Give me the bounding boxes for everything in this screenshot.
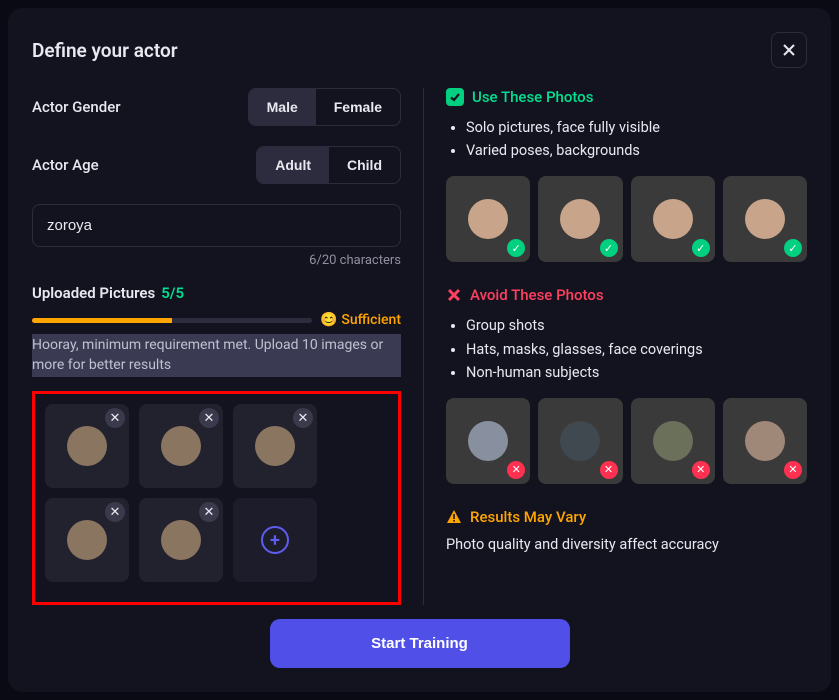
modal-title: Define your actor <box>32 39 178 62</box>
avoid-bullet: Group shots <box>466 314 807 337</box>
actor-name-input[interactable] <box>32 204 401 247</box>
good-sample: ✓ <box>723 176 807 262</box>
remove-image-button[interactable]: ✕ <box>105 502 125 522</box>
vary-heading: Results May Vary <box>446 508 807 526</box>
avoid-photos-heading: Avoid These Photos <box>446 286 807 304</box>
uploaded-grid: ✕ ✕ ✕ ✕ ✕ <box>45 404 388 582</box>
avoid-bullet: Hats, masks, glasses, face coverings <box>466 338 807 361</box>
close-button[interactable] <box>771 32 807 68</box>
check-badge-icon: ✓ <box>692 239 710 257</box>
avoid-bullet: Non-human subjects <box>466 361 807 384</box>
x-badge-icon: ✕ <box>784 461 802 479</box>
bad-sample: ✕ <box>723 398 807 484</box>
age-label: Actor Age <box>32 156 99 174</box>
upload-progress-fill <box>32 318 172 323</box>
x-badge-icon: ✕ <box>692 461 710 479</box>
good-sample: ✓ <box>631 176 715 262</box>
check-badge-icon: ✓ <box>600 239 618 257</box>
gender-male-button[interactable]: Male <box>249 89 316 125</box>
vary-text: Photo quality and diversity affect accur… <box>446 536 807 553</box>
add-image-button[interactable]: + <box>233 498 317 582</box>
remove-image-button[interactable]: ✕ <box>293 408 313 428</box>
uploaded-thumb[interactable]: ✕ <box>45 404 129 488</box>
define-actor-modal: Define your actor Actor Gender Male Fema… <box>8 8 831 692</box>
right-column: Use These Photos Solo pictures, face ful… <box>424 88 807 605</box>
age-adult-button[interactable]: Adult <box>257 147 329 183</box>
bad-samples-row: ✕ ✕ ✕ ✕ <box>446 398 807 484</box>
gender-label: Actor Gender <box>32 98 121 116</box>
uploaded-thumb[interactable]: ✕ <box>139 498 223 582</box>
use-bullet: Varied poses, backgrounds <box>466 139 807 162</box>
x-icon <box>446 287 462 303</box>
use-bullets: Solo pictures, face fully visible Varied… <box>446 116 807 162</box>
remove-image-button[interactable]: ✕ <box>105 408 125 428</box>
plus-icon: + <box>261 526 289 554</box>
avoid-bullets: Group shots Hats, masks, glasses, face c… <box>446 314 807 384</box>
check-badge-icon: ✓ <box>784 239 802 257</box>
uploaded-label: Uploaded Pictures <box>32 284 155 302</box>
gender-segmented: Male Female <box>248 88 401 126</box>
upload-hint: Hooray, minimum requirement met. Upload … <box>32 334 401 377</box>
uploaded-thumb[interactable]: ✕ <box>45 498 129 582</box>
uploaded-thumb[interactable]: ✕ <box>139 404 223 488</box>
warning-icon <box>446 509 462 525</box>
upload-progress-bar <box>32 318 312 323</box>
use-bullet: Solo pictures, face fully visible <box>466 116 807 139</box>
face-placeholder <box>161 520 201 560</box>
check-square-icon <box>446 88 464 106</box>
bad-sample: ✕ <box>631 398 715 484</box>
x-badge-icon: ✕ <box>600 461 618 479</box>
uploaded-grid-highlight: ✕ ✕ ✕ ✕ ✕ <box>32 391 401 605</box>
good-sample: ✓ <box>446 176 530 262</box>
modal-footer: Start Training <box>32 605 807 668</box>
x-badge-icon: ✕ <box>507 461 525 479</box>
gender-female-button[interactable]: Female <box>316 89 400 125</box>
left-column: Actor Gender Male Female Actor Age Adult… <box>32 88 424 605</box>
bad-sample: ✕ <box>446 398 530 484</box>
bad-sample: ✕ <box>538 398 622 484</box>
good-sample: ✓ <box>538 176 622 262</box>
upload-status: 😊 Sufficient <box>320 312 401 328</box>
modal-header: Define your actor <box>32 32 807 68</box>
use-photos-heading: Use These Photos <box>446 88 807 106</box>
face-placeholder <box>255 426 295 466</box>
start-training-button[interactable]: Start Training <box>270 619 570 668</box>
remove-image-button[interactable]: ✕ <box>199 408 219 428</box>
age-child-button[interactable]: Child <box>329 147 400 183</box>
face-placeholder <box>161 426 201 466</box>
char-count: 6/20 characters <box>32 253 401 268</box>
face-placeholder <box>67 520 107 560</box>
vary-title: Results May Vary <box>470 508 586 526</box>
upload-status-text: Sufficient <box>341 312 401 328</box>
use-photos-title: Use These Photos <box>472 88 593 106</box>
avoid-photos-title: Avoid These Photos <box>470 286 604 304</box>
face-placeholder <box>67 426 107 466</box>
check-badge-icon: ✓ <box>507 239 525 257</box>
uploaded-count: 5/5 <box>161 284 184 302</box>
close-icon <box>781 42 797 58</box>
smiley-icon: 😊 <box>320 312 337 328</box>
remove-image-button[interactable]: ✕ <box>199 502 219 522</box>
good-samples-row: ✓ ✓ ✓ ✓ <box>446 176 807 262</box>
uploaded-thumb[interactable]: ✕ <box>233 404 317 488</box>
age-segmented: Adult Child <box>256 146 401 184</box>
